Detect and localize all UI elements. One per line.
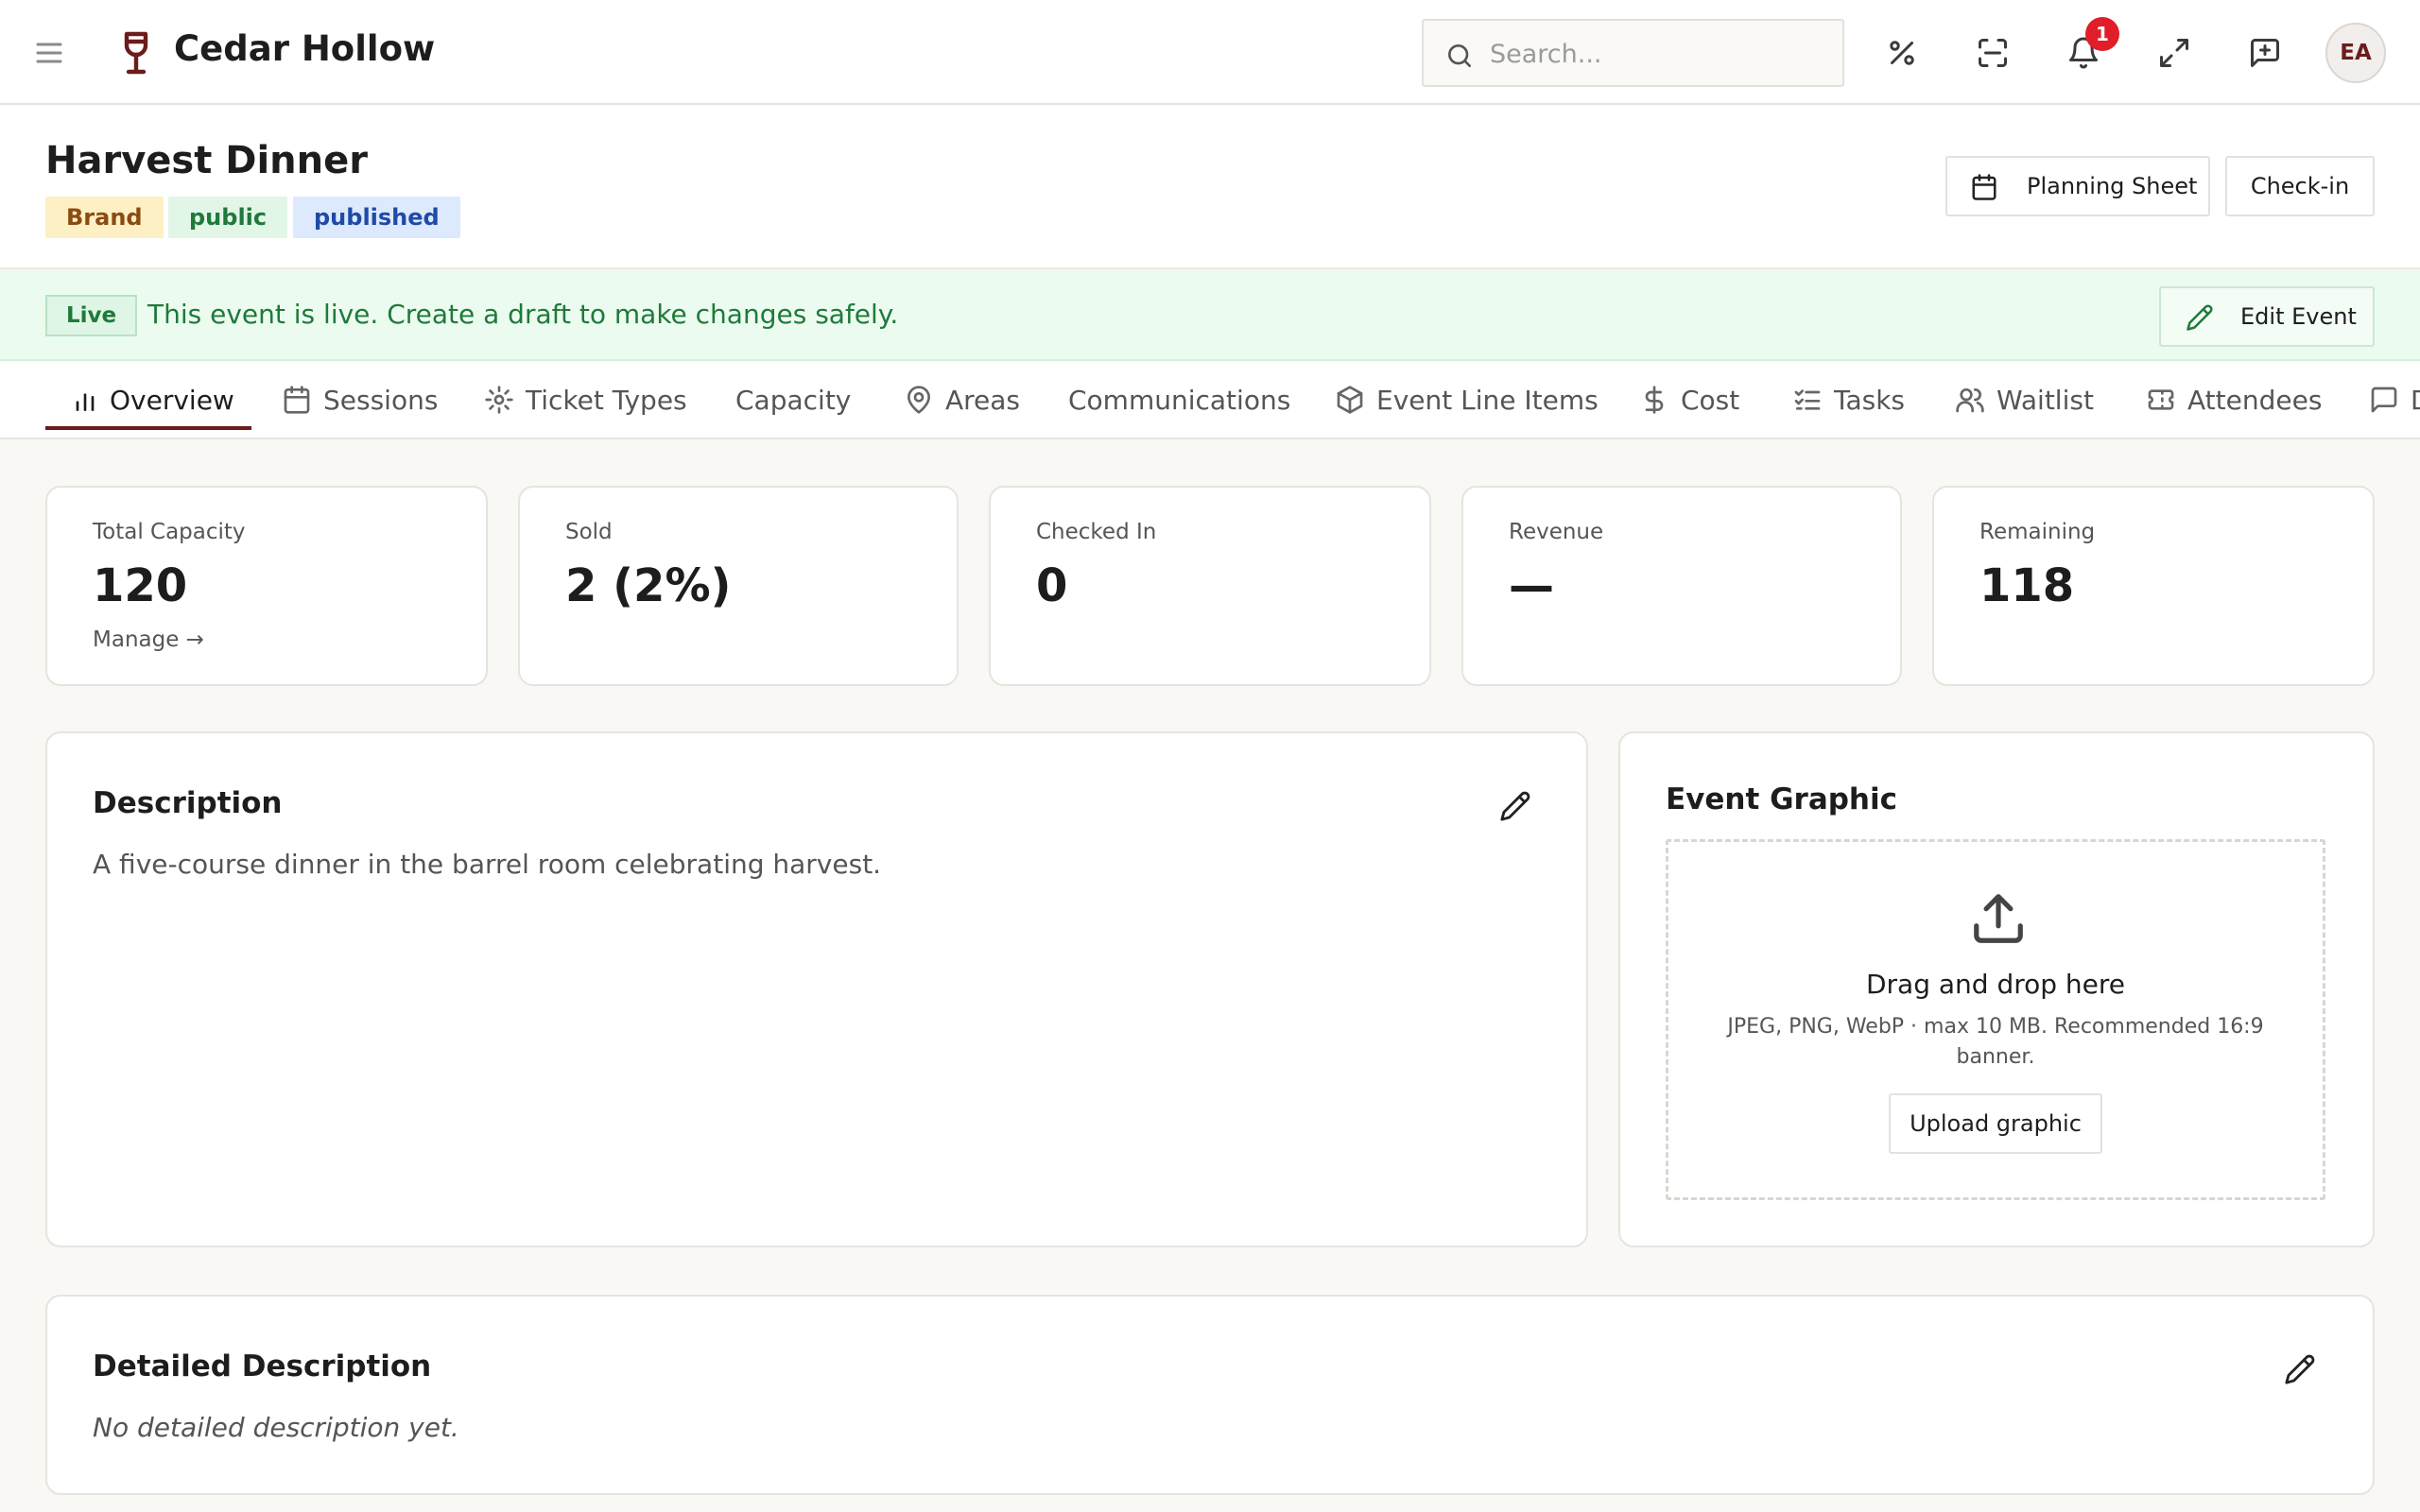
- stat-label: Total Capacity: [93, 520, 246, 544]
- calendar-icon: [1970, 173, 1998, 201]
- edit-detailed-description-pencil-icon[interactable]: [2284, 1353, 2316, 1385]
- status-tag: published: [293, 197, 460, 238]
- event-header: Harvest Dinner Brand public published Pl…: [0, 105, 2420, 269]
- stat-label: Sold: [565, 520, 613, 544]
- stat-value: —: [1509, 559, 1554, 612]
- upload-icon: [1969, 889, 2028, 948]
- users-icon: [1955, 385, 1985, 415]
- tab-label: Areas: [945, 385, 1021, 416]
- stat-card-revenue: Revenue —: [1461, 486, 1902, 686]
- tab-label: Event Line Items: [1376, 385, 1599, 416]
- user-avatar[interactable]: EA: [2325, 23, 2386, 83]
- detailed-description-title: Detailed Description: [93, 1349, 432, 1383]
- box-icon: [1335, 385, 1365, 415]
- app-name: Cedar Hollow: [174, 28, 436, 69]
- check-in-button[interactable]: Check-in: [2225, 156, 2375, 216]
- planning-sheet-label: Planning Sheet: [2027, 173, 2198, 199]
- page-title: Harvest Dinner: [45, 139, 368, 182]
- stat-card-sold: Sold 2 (2%): [518, 486, 959, 686]
- search-input[interactable]: [1490, 34, 1830, 74]
- search-icon: [1444, 41, 1475, 71]
- stat-value: 120: [93, 559, 188, 612]
- tab-label: Overview: [110, 385, 234, 416]
- visibility-tag: public: [168, 197, 288, 238]
- stat-card-checked-in: Checked In 0: [989, 486, 1431, 686]
- bar-chart-icon: [70, 385, 100, 415]
- event-graphic-title: Event Graphic: [1666, 782, 1898, 816]
- stat-card-remaining: Remaining 118: [1932, 486, 2375, 686]
- wine-glass-logo-icon: [117, 30, 155, 76]
- active-tab-indicator: [45, 426, 251, 430]
- stat-label: Remaining: [1979, 520, 2096, 544]
- tab-label: Ticket Types: [526, 385, 687, 416]
- event-graphic-card: Event Graphic Drag and drop here JPEG, P…: [1618, 731, 2375, 1247]
- expand-icon[interactable]: [2157, 36, 2191, 70]
- stat-value: 2 (2%): [565, 559, 732, 612]
- stat-value: 118: [1979, 559, 2075, 612]
- dropzone-hint: JPEG, PNG, WebP · max 10 MB. Recommended…: [1727, 1015, 2264, 1069]
- stat-value: 0: [1036, 559, 1068, 612]
- menu-icon[interactable]: [32, 36, 66, 70]
- stat-card-total-capacity: Total Capacity 120 Manage →: [45, 486, 488, 686]
- tab-label: Cost: [1681, 385, 1740, 416]
- detailed-description-empty: No detailed description yet.: [93, 1412, 459, 1443]
- top-bar: Cedar Hollow 1 EA: [0, 0, 2420, 105]
- manage-capacity-link[interactable]: Manage →: [93, 627, 204, 652]
- edit-description-pencil-icon[interactable]: [1499, 790, 1531, 822]
- message-icon: [2369, 385, 2399, 415]
- planning-sheet-button[interactable]: Planning Sheet: [1945, 156, 2210, 216]
- stat-label: Revenue: [1509, 520, 1604, 544]
- ticket-icon: [2146, 385, 2176, 415]
- edit-event-label: Edit Event: [2240, 303, 2357, 330]
- detailed-description-card: Detailed Description No detailed descrip…: [45, 1295, 2375, 1495]
- tab-label: Communications: [1068, 385, 1291, 416]
- gear-icon: [484, 385, 514, 415]
- feedback-icon[interactable]: [2248, 36, 2282, 70]
- description-card: Description A five-course dinner in the …: [45, 731, 1588, 1247]
- tab-bar: Overview Sessions Ticket Types Capacity …: [0, 362, 2420, 439]
- search-box[interactable]: [1422, 19, 1844, 87]
- scan-icon[interactable]: [1976, 36, 2010, 70]
- edit-event-button[interactable]: Edit Event: [2159, 286, 2375, 347]
- live-banner-text: This event is live. Create a draft to ma…: [147, 299, 899, 330]
- graphic-dropzone[interactable]: Drag and drop here JPEG, PNG, WebP · max…: [1666, 839, 2325, 1200]
- live-banner: Live This event is live. Create a draft …: [0, 270, 2420, 361]
- brand-tag: Brand: [45, 197, 164, 238]
- notification-count-badge: 1: [2085, 17, 2119, 51]
- tab-label: Sessions: [323, 385, 439, 416]
- tab-label: Waitlist: [1996, 385, 2094, 416]
- dropzone-title: Drag and drop here: [1865, 969, 2126, 1000]
- map-pin-icon: [904, 385, 934, 415]
- tab-label: Attendees: [2187, 385, 2323, 416]
- tab-label: Tasks: [1834, 385, 1906, 416]
- description-title: Description: [93, 786, 283, 820]
- stat-label: Checked In: [1036, 520, 1157, 544]
- tab-label: Capacity: [735, 385, 852, 416]
- checklist-icon: [1792, 385, 1823, 415]
- dollar-icon: [1639, 385, 1669, 415]
- calendar-icon: [282, 385, 312, 415]
- percent-icon[interactable]: [1885, 36, 1919, 70]
- upload-graphic-button[interactable]: Upload graphic: [1889, 1093, 2102, 1154]
- live-badge: Live: [45, 295, 138, 336]
- description-text: A five-course dinner in the barrel room …: [93, 849, 882, 880]
- pencil-icon: [2186, 303, 2214, 332]
- tab-label: D: [2411, 385, 2420, 416]
